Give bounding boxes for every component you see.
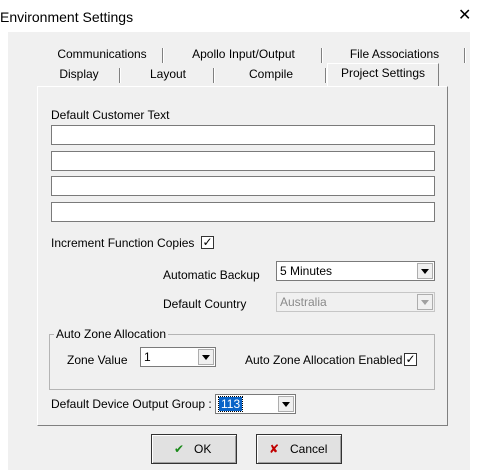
ok-button[interactable]: ✔ OK [151, 434, 237, 464]
tab-apollo-input-output-label: Apollo Input/Output [192, 47, 295, 61]
tab-file-associations[interactable]: File Associations [323, 45, 466, 65]
output-group-value: 113 [217, 396, 244, 412]
customer-text-line-4[interactable] [51, 202, 435, 222]
tab-file-associations-label: File Associations [349, 47, 440, 61]
customer-text-label: Default Customer Text [51, 108, 170, 122]
output-group-select[interactable]: 113 [215, 394, 296, 414]
customer-text-line-2[interactable] [51, 151, 435, 171]
title-bar: Environment Settings ✕ [0, 0, 478, 36]
auto-zone-enabled-checkbox[interactable]: ✓ [404, 353, 417, 366]
window-title: Environment Settings [0, 9, 134, 25]
tab-row-back: Communications Apollo Input/Output File … [40, 45, 466, 65]
cancel-button-label: Cancel [290, 442, 328, 456]
tab-compile-label: Compile [248, 67, 293, 81]
tab-communications[interactable]: Communications [40, 45, 164, 65]
customer-text-line-3[interactable] [51, 176, 435, 196]
check-icon: ✓ [405, 352, 416, 366]
tab-display-label: Display [59, 67, 99, 81]
auto-backup-select[interactable]: 5 Minutes [276, 261, 435, 281]
tab-layout[interactable]: Layout [121, 65, 215, 85]
auto-zone-group-title: Auto Zone Allocation [54, 327, 169, 341]
increment-copies-label: Increment Function Copies [51, 236, 195, 250]
increment-copies-checkbox[interactable]: ✓ [201, 236, 214, 249]
default-country-label: Default Country [163, 297, 247, 311]
cancel-button[interactable]: ✘ Cancel [256, 434, 342, 464]
tab-display[interactable]: Display [37, 65, 121, 85]
x-icon: ✘ [269, 442, 280, 456]
zone-value-label: Zone Value [67, 353, 128, 367]
chevron-down-icon[interactable] [278, 396, 294, 412]
tab-communications-label: Communications [57, 47, 147, 61]
default-country-select[interactable]: Australia [276, 292, 435, 312]
chevron-down-icon[interactable] [417, 294, 433, 310]
auto-zone-enabled-label: Auto Zone Allocation Enabled [245, 353, 403, 367]
zone-value-select[interactable]: 1 [140, 347, 216, 367]
auto-backup-value: 5 Minutes [280, 264, 333, 278]
output-group-label: Default Device Output Group : [51, 397, 212, 411]
tab-apollo-input-output[interactable]: Apollo Input/Output [164, 45, 323, 65]
ok-button-label: OK [194, 442, 212, 456]
chevron-down-icon[interactable] [417, 263, 433, 279]
tab-project-settings[interactable]: Project Settings [327, 63, 439, 87]
tab-row-front: Display Layout Compile Project Settings [37, 63, 449, 87]
checkmark-icon: ✔ [174, 442, 185, 456]
customer-text-line-1[interactable] [51, 125, 435, 145]
check-icon: ✓ [202, 235, 213, 249]
close-icon[interactable]: ✕ [458, 8, 471, 24]
zone-value-value: 1 [144, 350, 151, 364]
auto-backup-label: Automatic Backup [163, 268, 260, 282]
tab-compile[interactable]: Compile [215, 65, 327, 85]
default-country-value: Australia [280, 295, 327, 309]
tab-layout-label: Layout [149, 67, 187, 81]
chevron-down-icon[interactable] [198, 349, 214, 365]
tab-project-settings-label: Project Settings [340, 66, 426, 80]
